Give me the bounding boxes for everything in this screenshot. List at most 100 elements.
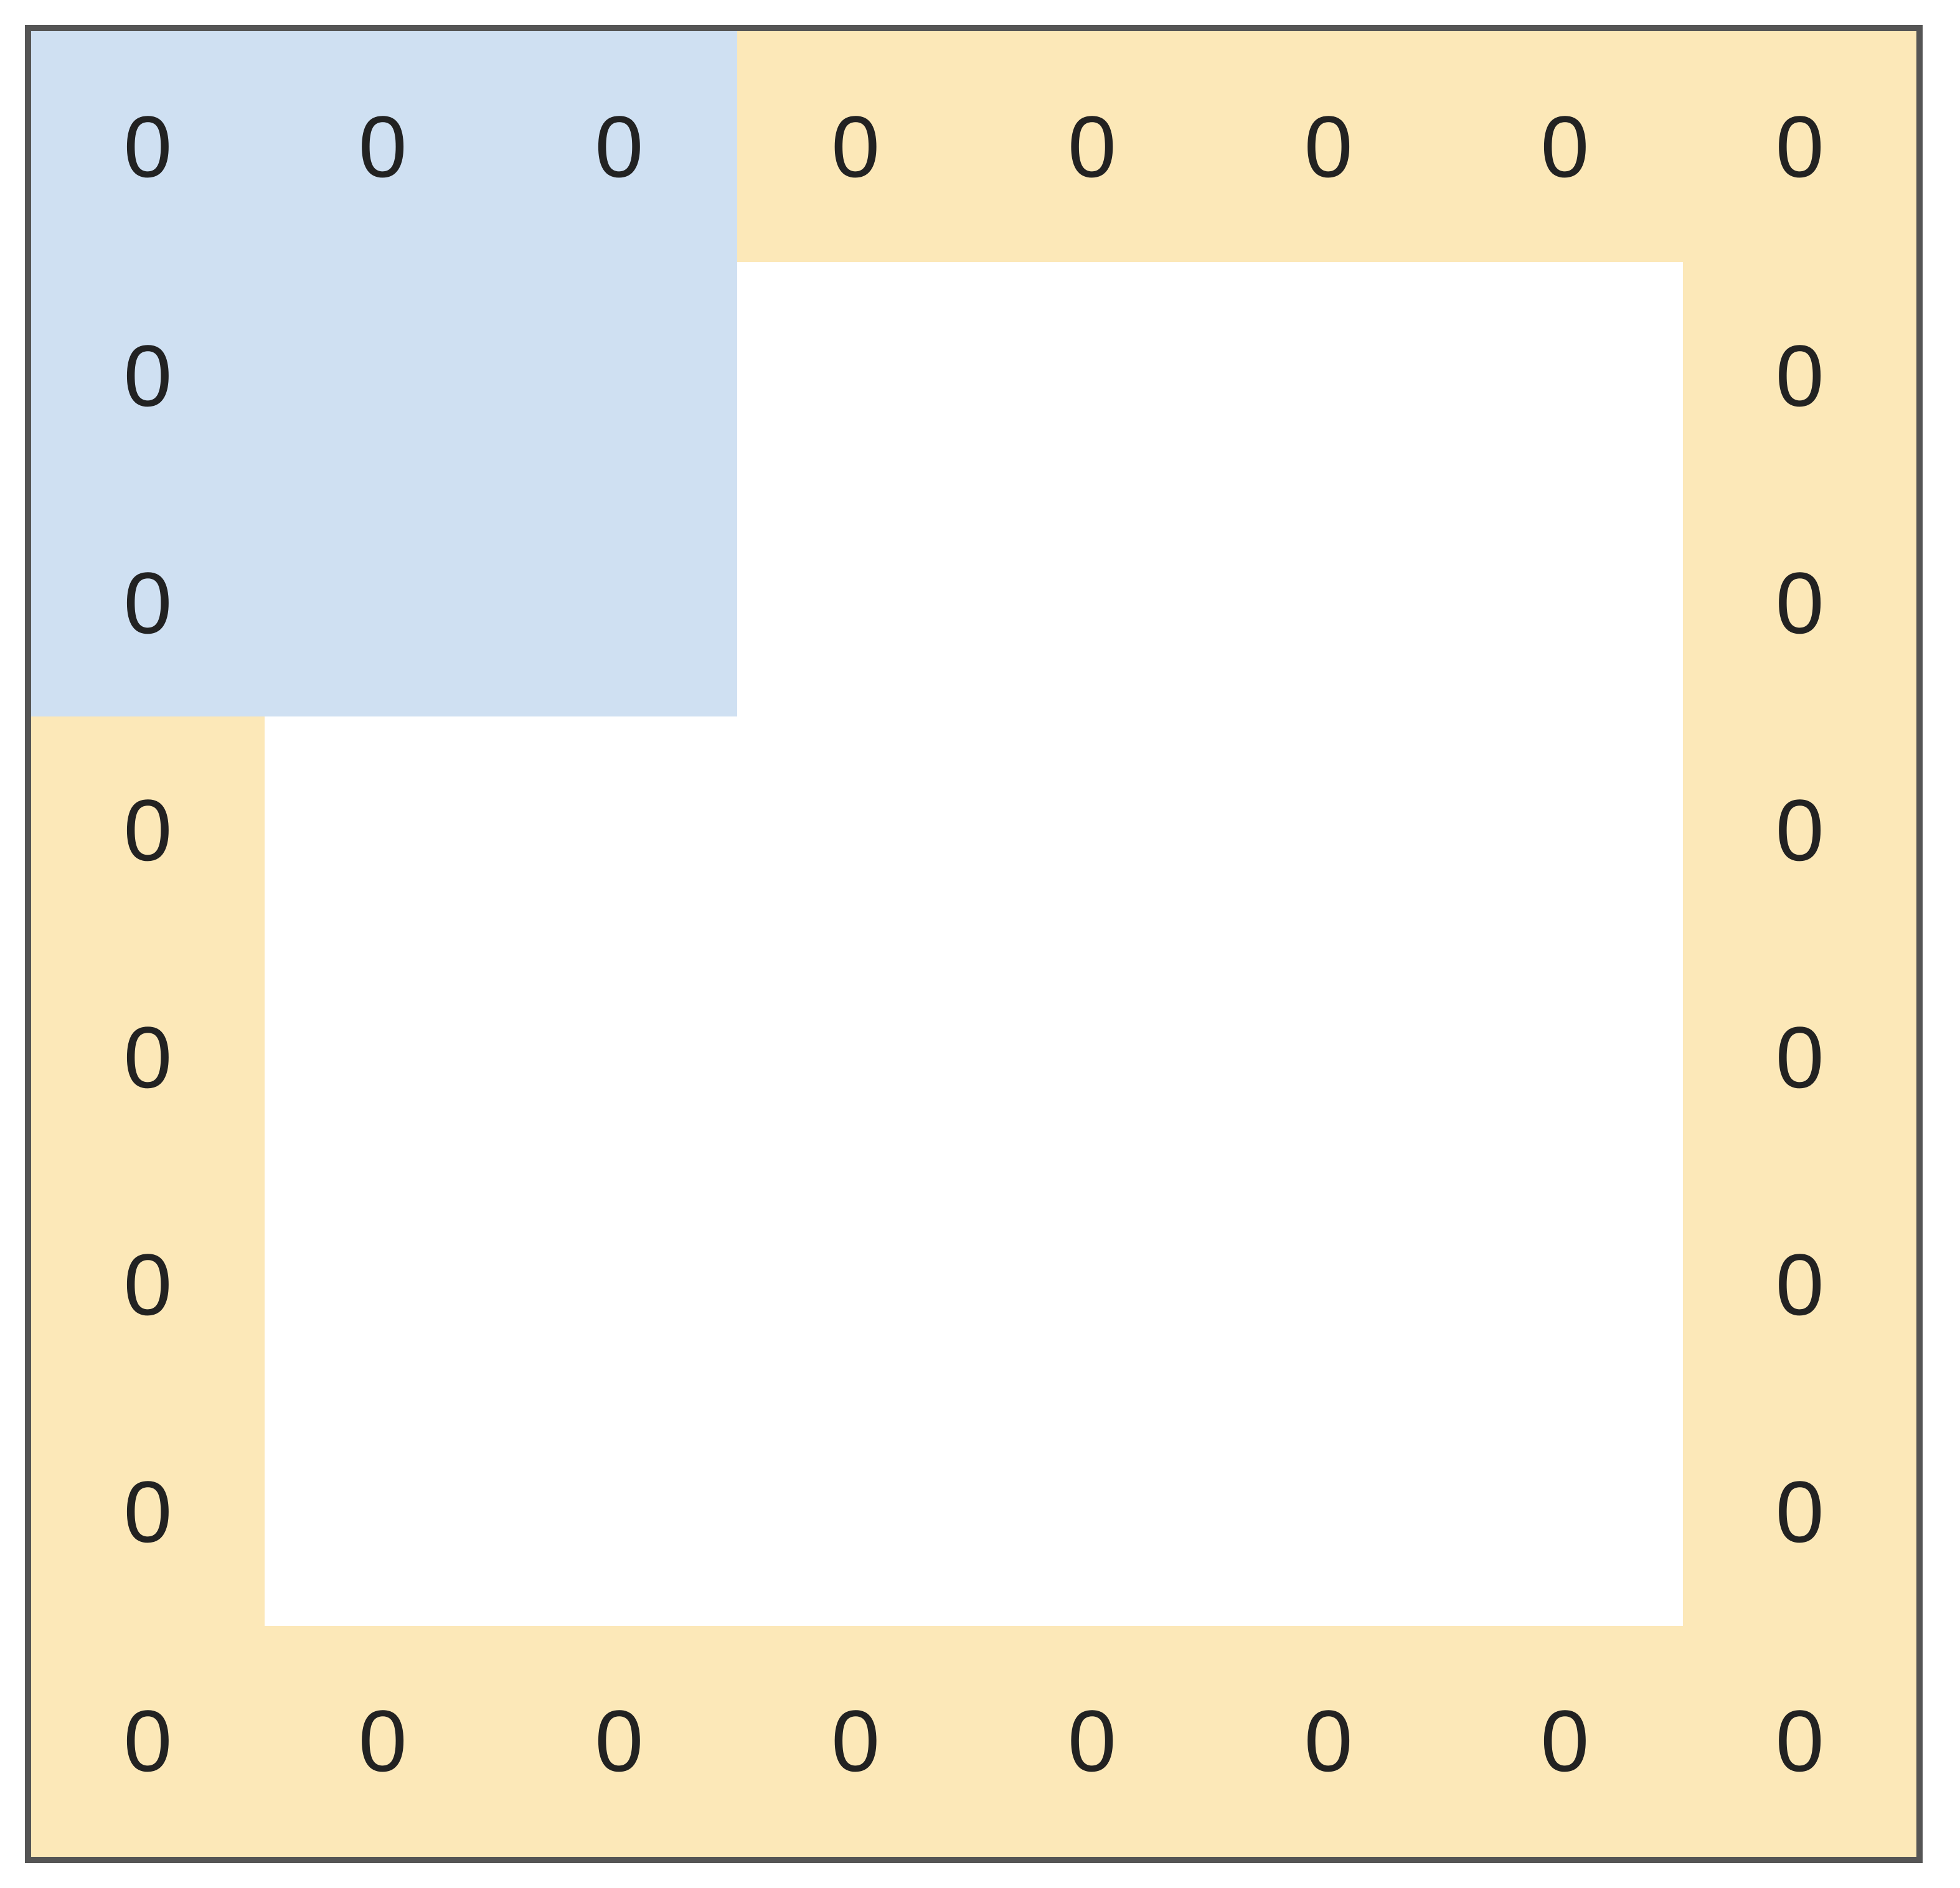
grid-cell — [265, 716, 501, 944]
cell-value: 0 — [1540, 98, 1589, 195]
diagram-container: 0 0 0 0 0 0 0 0 0 0 0 — [0, 0, 1960, 1888]
grid-cell: 0 — [501, 28, 738, 262]
grid-cell — [1447, 489, 1684, 716]
grid-cell: 0 — [1683, 262, 1920, 489]
grid-row: 0 0 — [28, 489, 1920, 716]
cell-value: 0 — [123, 98, 172, 195]
cell-value: 0 — [1776, 1692, 1824, 1790]
grid-cell: 0 — [28, 262, 265, 489]
cell-value: 0 — [359, 1692, 407, 1790]
padding-grid: 0 0 0 0 0 0 0 0 0 0 0 — [25, 25, 1923, 1863]
cell-value: 0 — [123, 1692, 172, 1790]
grid-cell: 0 — [1447, 1626, 1684, 1860]
grid-cell: 0 — [1683, 1626, 1920, 1860]
grid-cell — [1210, 489, 1447, 716]
grid-cell: 0 — [28, 489, 265, 716]
grid-cell: 0 — [1447, 28, 1684, 262]
grid-cell — [501, 489, 738, 716]
grid-cell — [1210, 1172, 1447, 1399]
grid-cell — [974, 1399, 1210, 1626]
grid-cell — [737, 489, 974, 716]
grid-body: 0 0 0 0 0 0 0 0 0 0 0 — [28, 28, 1920, 1860]
grid-row: 0 0 — [28, 262, 1920, 489]
cell-value: 0 — [1776, 1008, 1824, 1106]
cell-value: 0 — [831, 1692, 880, 1790]
cell-value: 0 — [1776, 554, 1824, 652]
grid-cell — [1210, 944, 1447, 1171]
grid-cell — [737, 1399, 974, 1626]
grid-row: 0 0 0 0 0 0 0 0 — [28, 1626, 1920, 1860]
grid-cell — [1447, 944, 1684, 1171]
grid-cell — [265, 944, 501, 1171]
cell-value: 0 — [831, 98, 880, 195]
cell-value: 0 — [359, 98, 407, 195]
grid-cell: 0 — [974, 28, 1210, 262]
grid-cell — [1447, 262, 1684, 489]
grid-cell — [974, 1172, 1210, 1399]
grid-cell — [265, 1399, 501, 1626]
grid-cell: 0 — [28, 1626, 265, 1860]
grid-cell — [737, 262, 974, 489]
grid-cell — [501, 262, 738, 489]
cell-value: 0 — [1776, 1463, 1824, 1561]
grid-cell — [974, 489, 1210, 716]
cell-value: 0 — [1304, 98, 1353, 195]
cell-value: 0 — [123, 1463, 172, 1561]
cell-value: 0 — [595, 1692, 643, 1790]
grid-cell: 0 — [1210, 28, 1447, 262]
grid-cell — [1210, 262, 1447, 489]
grid-cell — [737, 944, 974, 1171]
grid-cell — [1447, 716, 1684, 944]
grid-cell: 0 — [501, 1626, 738, 1860]
cell-value: 0 — [1304, 1692, 1353, 1790]
grid-cell — [501, 1399, 738, 1626]
cell-value: 0 — [123, 781, 172, 879]
grid-cell — [1210, 716, 1447, 944]
grid-cell — [501, 944, 738, 1171]
grid-cell — [1447, 1172, 1684, 1399]
grid-cell: 0 — [28, 1172, 265, 1399]
grid-cell — [737, 716, 974, 944]
grid-row: 0 0 — [28, 716, 1920, 944]
grid-cell — [1210, 1399, 1447, 1626]
grid-row: 0 0 — [28, 944, 1920, 1171]
grid-cell — [265, 262, 501, 489]
grid-row: 0 0 0 0 0 0 0 0 — [28, 28, 1920, 262]
cell-value: 0 — [123, 554, 172, 652]
cell-value: 0 — [1776, 781, 1824, 879]
cell-value: 0 — [1776, 327, 1824, 425]
grid-cell: 0 — [265, 1626, 501, 1860]
cell-value: 0 — [123, 327, 172, 425]
grid-cell — [737, 1172, 974, 1399]
grid-cell: 0 — [265, 28, 501, 262]
cell-value: 0 — [1776, 1236, 1824, 1333]
cell-value: 0 — [1776, 98, 1824, 195]
grid-cell: 0 — [28, 944, 265, 1171]
grid-cell — [501, 716, 738, 944]
grid-cell: 0 — [1683, 716, 1920, 944]
grid-cell: 0 — [28, 28, 265, 262]
grid-cell — [974, 944, 1210, 1171]
grid-cell — [265, 1172, 501, 1399]
grid-cell: 0 — [28, 716, 265, 944]
grid-cell: 0 — [1683, 489, 1920, 716]
grid-cell: 0 — [974, 1626, 1210, 1860]
grid-cell — [974, 262, 1210, 489]
cell-value: 0 — [123, 1008, 172, 1106]
cell-value: 0 — [595, 98, 643, 195]
grid-cell: 0 — [1683, 1399, 1920, 1626]
grid-cell — [265, 489, 501, 716]
grid-cell: 0 — [737, 1626, 974, 1860]
grid-cell — [501, 1172, 738, 1399]
grid-cell — [1447, 1399, 1684, 1626]
grid-cell: 0 — [28, 1399, 265, 1626]
grid-row: 0 0 — [28, 1399, 1920, 1626]
cell-value: 0 — [1068, 1692, 1116, 1790]
cell-value: 0 — [1540, 1692, 1589, 1790]
grid-cell: 0 — [1210, 1626, 1447, 1860]
grid-row: 0 0 — [28, 1172, 1920, 1399]
grid-cell: 0 — [1683, 28, 1920, 262]
cell-value: 0 — [123, 1236, 172, 1333]
grid-cell — [974, 716, 1210, 944]
grid-cell: 0 — [737, 28, 974, 262]
